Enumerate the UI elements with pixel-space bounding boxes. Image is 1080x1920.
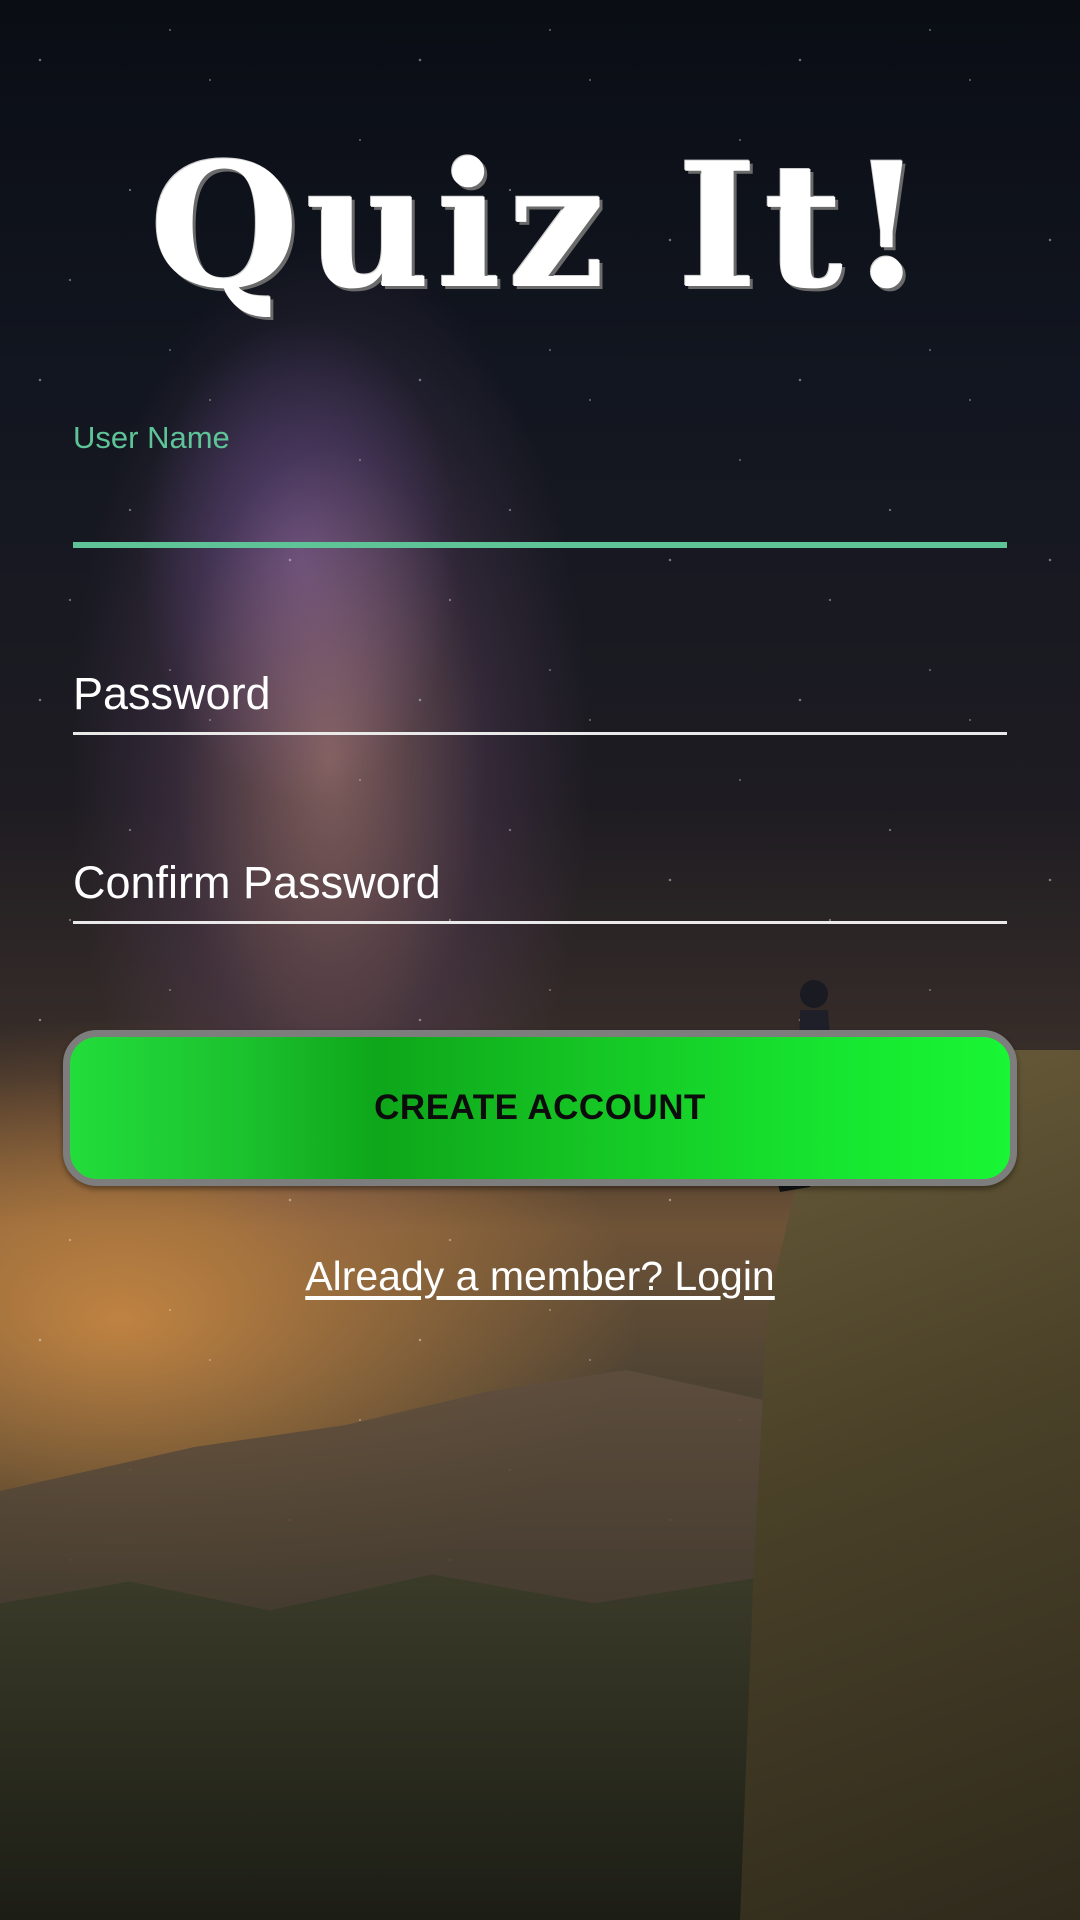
- login-link[interactable]: Already a member? Login: [0, 1253, 1080, 1300]
- confirm-password-input[interactable]: [73, 853, 1007, 913]
- create-account-button-label: CREATE ACCOUNT: [374, 1088, 706, 1127]
- confirm-password-field[interactable]: [73, 849, 1007, 929]
- confirm-password-underline: [73, 921, 1007, 924]
- username-label: User Name: [73, 420, 230, 455]
- create-account-button[interactable]: CREATE ACCOUNT: [63, 1030, 1017, 1186]
- app-title: Quiz It!: [149, 124, 931, 327]
- password-input[interactable]: [73, 664, 1007, 724]
- username-field[interactable]: User Name: [73, 420, 1007, 550]
- password-field[interactable]: [73, 660, 1007, 740]
- password-underline: [73, 732, 1007, 735]
- create-account-screen: Quiz It! User Name CREATE ACCOUNT Alread…: [0, 0, 1080, 1920]
- username-input[interactable]: [73, 476, 1007, 536]
- username-underline: [73, 542, 1007, 548]
